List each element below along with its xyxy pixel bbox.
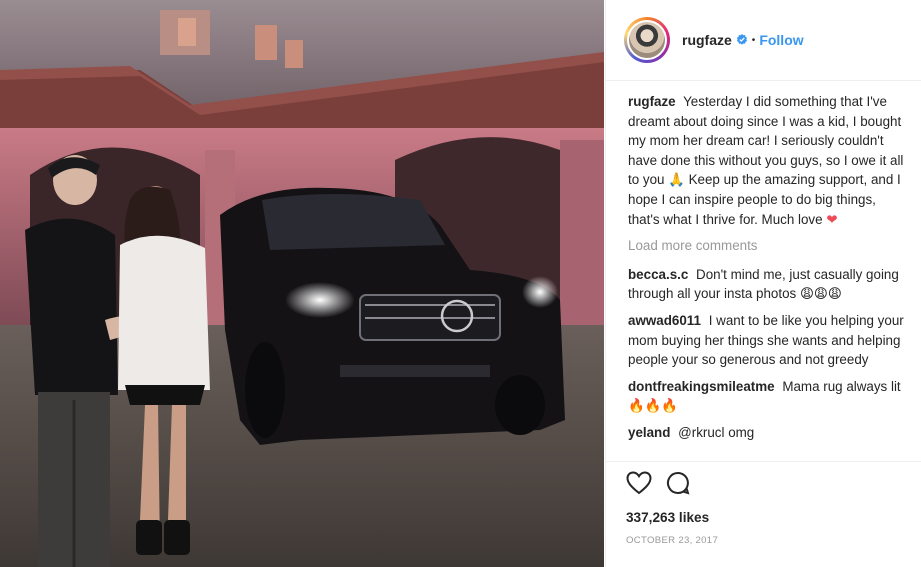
list-item: dontfreakingsmileatme Mama rug always li… (628, 377, 908, 416)
comments-list[interactable]: rugfaze Yesterday I did something that I… (628, 92, 908, 460)
caption-text: Yesterday I did something that I've drea… (628, 94, 904, 227)
comment-text: @rkrucl omg (678, 424, 755, 440)
comment-username[interactable]: becca.s.c (628, 267, 688, 282)
speech-bubble-icon[interactable] (666, 471, 690, 495)
heart-emoji: ❤ (826, 211, 838, 227)
follow-button[interactable]: Follow (759, 32, 803, 48)
caption-username[interactable]: rugfaze (628, 94, 676, 109)
post-actions: 337,263 likes OCTOBER 23, 2017 (606, 461, 921, 546)
likes-count[interactable]: 337,263 likes (626, 510, 906, 525)
post-image (0, 0, 604, 567)
post-date[interactable]: OCTOBER 23, 2017 (626, 535, 906, 546)
heart-outline-icon[interactable] (626, 471, 652, 495)
list-item: yeland @rkrucl omg (628, 423, 908, 443)
post-photo[interactable] (0, 0, 604, 567)
action-icons (626, 470, 906, 496)
caption: rugfaze Yesterday I did something that I… (628, 92, 908, 229)
list-item: awwad6011 I want to be like you helping … (628, 311, 908, 370)
comment-username[interactable]: awwad6011 (628, 313, 701, 328)
username-link[interactable]: rugfaze (682, 32, 732, 48)
post-header: rugfaze • Follow (606, 0, 921, 81)
post-side-panel: rugfaze • Follow rugfaze Yesterday I did… (605, 0, 921, 567)
avatar-image (627, 20, 667, 60)
verified-badge-icon (736, 34, 748, 46)
separator-dot: • (751, 34, 756, 46)
list-item: becca.s.c Don't mind me, just casually g… (628, 265, 908, 304)
comment-username[interactable]: yeland (628, 425, 670, 440)
avatar[interactable] (624, 17, 670, 63)
comment-username[interactable]: dontfreakingsmileatme (628, 379, 775, 394)
load-more-comments[interactable]: Load more comments (628, 236, 908, 256)
